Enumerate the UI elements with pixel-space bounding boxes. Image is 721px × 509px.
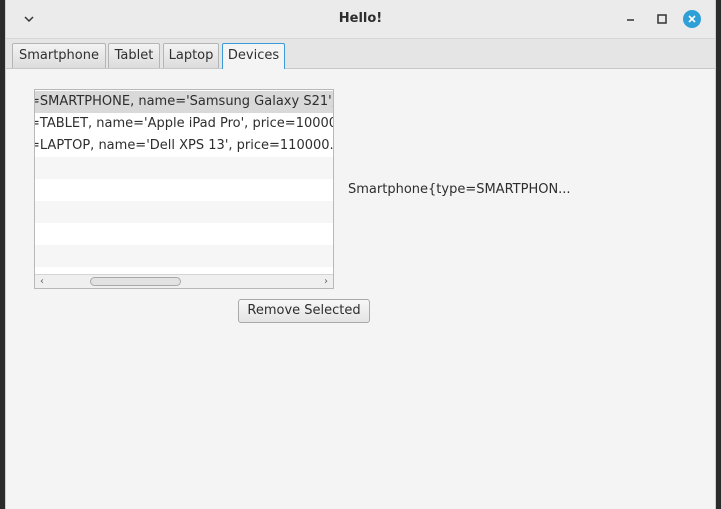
selected-device-detail: Smartphone{type=SMARTPHON... bbox=[348, 182, 571, 197]
list-item[interactable]: =TABLET, name='Apple iPad Pro', price=10… bbox=[35, 113, 333, 135]
tab-bar: Smartphone Tablet Laptop Devices bbox=[6, 39, 715, 69]
list-empty-row bbox=[35, 201, 333, 223]
app-window: Hello! Smartphone Tablet Laptop Devices … bbox=[5, 0, 716, 509]
scrollbar-thumb[interactable] bbox=[90, 277, 181, 286]
title-bar: Hello! bbox=[6, 0, 715, 39]
tab-tablet[interactable]: Tablet bbox=[108, 43, 160, 68]
close-button[interactable] bbox=[683, 10, 701, 28]
tab-devices[interactable]: Devices bbox=[222, 43, 285, 69]
list-item-text: =TABLET, name='Apple iPad Pro', price=10… bbox=[35, 116, 333, 131]
list-item-text: =LAPTOP, name='Dell XPS 13', price=11000… bbox=[35, 138, 333, 153]
list-empty-row bbox=[35, 245, 333, 267]
list-empty-row bbox=[35, 157, 333, 179]
window-title: Hello! bbox=[338, 11, 383, 26]
tab-laptop[interactable]: Laptop bbox=[163, 43, 219, 68]
list-item[interactable]: =SMARTPHONE, name='Samsung Galaxy S21', … bbox=[35, 91, 333, 113]
maximize-icon[interactable] bbox=[654, 11, 670, 27]
list-empty-row bbox=[35, 223, 333, 245]
close-icon bbox=[688, 15, 696, 23]
devices-list[interactable]: =SMARTPHONE, name='Samsung Galaxy S21', … bbox=[34, 89, 334, 289]
horizontal-scrollbar[interactable]: ‹ › bbox=[35, 274, 333, 288]
list-empty-row bbox=[35, 179, 333, 201]
remove-selected-button[interactable]: Remove Selected bbox=[238, 299, 370, 323]
scroll-right-icon[interactable]: › bbox=[321, 277, 331, 287]
scroll-left-icon[interactable]: ‹ bbox=[37, 277, 47, 287]
list-item[interactable]: =LAPTOP, name='Dell XPS 13', price=11000… bbox=[35, 135, 333, 157]
minimize-icon[interactable] bbox=[623, 11, 639, 27]
tab-smartphone[interactable]: Smartphone bbox=[12, 43, 106, 68]
list-item-text: =SMARTPHONE, name='Samsung Galaxy S21', … bbox=[35, 94, 333, 109]
